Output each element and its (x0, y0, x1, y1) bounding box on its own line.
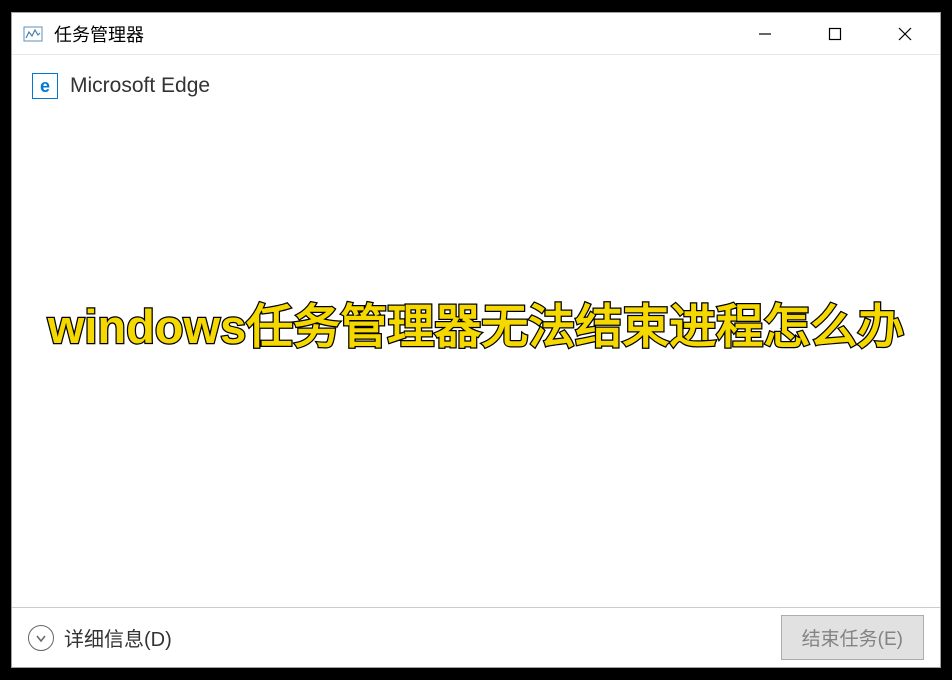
overlay-caption: windows任务管理器无法结束进程怎么办 (12, 288, 940, 357)
close-button[interactable] (870, 13, 940, 54)
minimize-button[interactable] (730, 13, 800, 54)
footer: 详细信息(D) 结束任务(E) (12, 607, 940, 667)
window-controls (730, 13, 940, 54)
maximize-button[interactable] (800, 13, 870, 54)
details-toggle[interactable]: 详细信息(D) (28, 623, 172, 652)
chevron-down-icon (28, 625, 54, 651)
end-task-button[interactable]: 结束任务(E) (781, 615, 924, 660)
task-manager-icon (22, 23, 44, 45)
titlebar: 任务管理器 (12, 13, 940, 55)
window-title: 任务管理器 (54, 21, 730, 47)
details-label: 详细信息(D) (64, 623, 172, 652)
task-manager-window: 任务管理器 e Microsoft Edge windows任务管理器无法结束进… (11, 12, 941, 668)
edge-icon: e (32, 73, 58, 99)
process-item[interactable]: e Microsoft Edge (30, 69, 922, 103)
process-name: Microsoft Edge (70, 74, 210, 98)
